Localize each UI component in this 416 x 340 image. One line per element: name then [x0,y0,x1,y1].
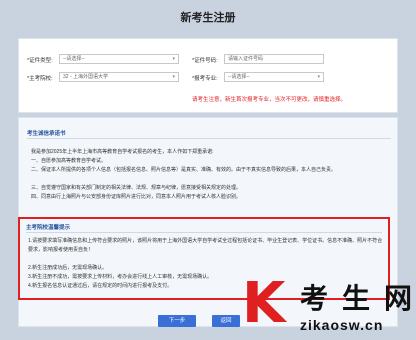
school-select[interactable]: 32 - 上海外国语大学 ▾ [59,72,179,82]
cert-type-select[interactable]: --请选择-- ▾ [59,54,179,64]
page-title: 新考生注册 [180,12,236,24]
school-label: *主考院校: [27,76,53,82]
chevron-down-icon: ▾ [172,56,175,62]
divider [26,232,382,233]
cert-type-label: *证件类型: [27,58,53,64]
site-watermark-logo: K 考生网 zikaosw.cn [240,276,416,340]
cert-no-label: *证件号码: [192,58,218,64]
cert-type-value: --请选择-- [63,56,85,62]
next-button[interactable]: 下一步 [158,315,196,327]
divider [27,138,391,139]
notice-line: 3.新生注册不成功，需按要求上传材料，考办会进行线上人工审核，无需现场确认。 [28,274,213,280]
watermark-site-name: 考生网 [300,282,416,315]
commitment-line: 四、同意由行上海照片与公安部身份证库照片进行比对，同意本人照片用于考试人核人脸识… [31,194,242,200]
registration-form: *证件类型: --请选择-- ▾ *证件号码: 请输入证件号码 *主考院校: 3… [18,38,398,113]
watermark-k: K [242,271,286,336]
watermark-url: zikaosw.cn [300,317,384,333]
major-label: *报考专业: [192,76,218,82]
commitment-title: 考生诚信承诺书 [27,131,66,137]
notice-line: 1.请按要求填写准确信息和上传符合要求的照片，该照片将用于上海外国语大学自学考试… [28,238,383,253]
back-button[interactable]: 返回 [212,315,240,327]
cert-no-input[interactable]: 请输入证件号码 [224,54,324,64]
major-warning: 请考生注意，新生首次报考专业，当次不可更改，请慎重选择。 [192,97,347,103]
notice-line: 4.新生报名信息认证通过后，请在规定的时间内进行报考及支付。 [28,283,173,289]
major-value: --请选择-- [228,74,250,80]
notice-line: 2.新生注册成功后，无需现场确认。 [28,265,108,271]
notice-title: 主考院校温馨提示 [26,225,71,231]
commitment-line: 三、自觉遵守国家和有关部门制定的相关法律、法规、规章与纪律，愿意接受相关规定的处… [31,185,242,191]
school-value: 32 - 上海外国语大学 [63,74,109,80]
commitment-line: 二、保证本人所提供的各项个人信息（包括报名信息、照片信息等）是真实、准确、有效的… [31,167,337,173]
chevron-down-icon: ▾ [317,74,320,80]
chevron-down-icon: ▾ [172,74,175,80]
commitment-line: 一、自愿参加高等教育自学考试。 [31,158,107,164]
major-select[interactable]: --请选择-- ▾ [224,72,324,82]
commitment-line: 我是参加2025年上半年上海市高等教育自学考试报名的考生，本人作如下郑重承诺: [31,149,214,155]
